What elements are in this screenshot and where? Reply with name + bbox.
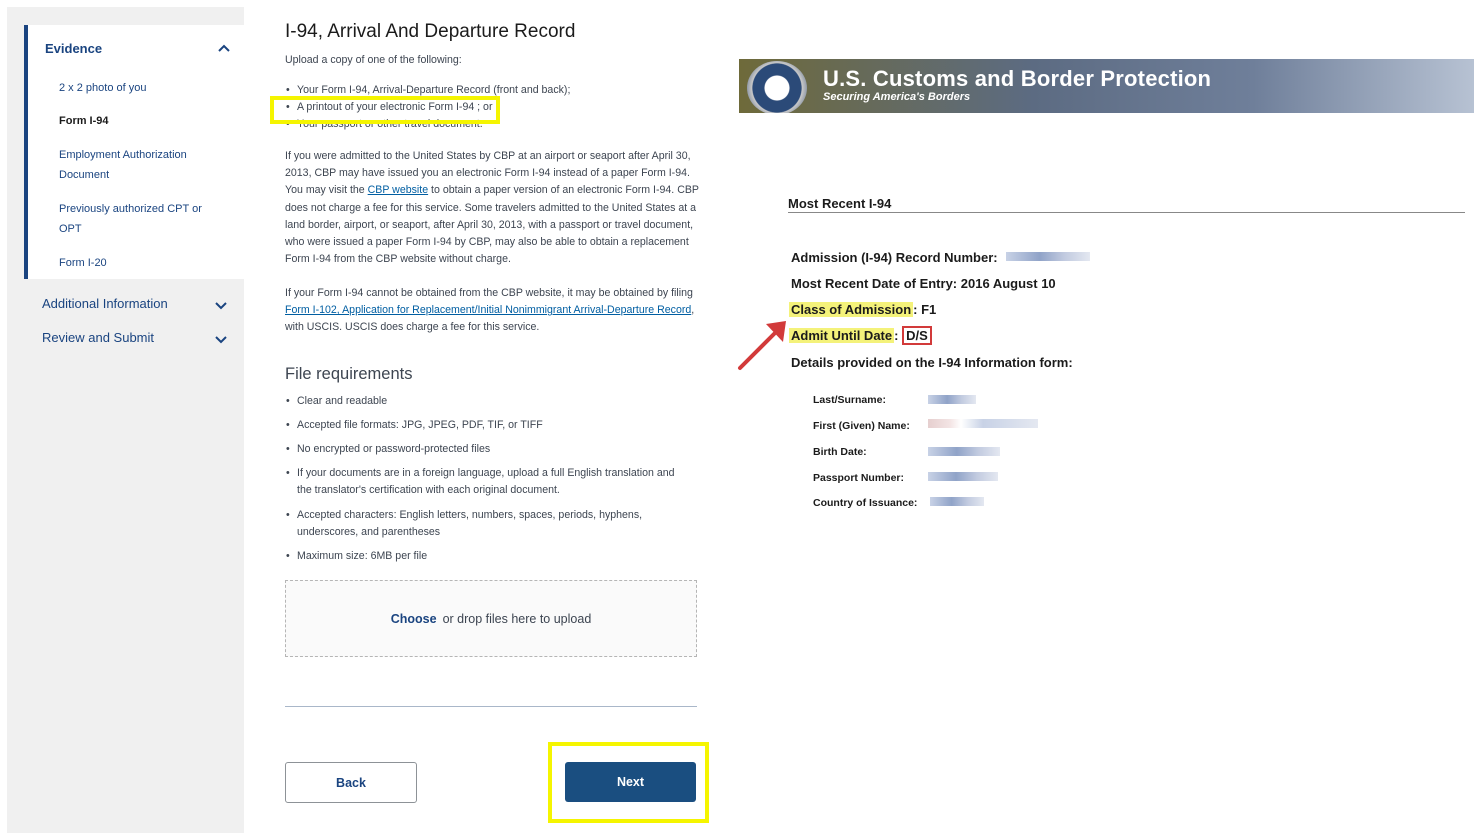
sidebar-item-photo[interactable]: 2 x 2 photo of you [59, 78, 219, 98]
details-heading: Details provided on the I-94 Information… [791, 355, 1073, 370]
sidebar-item-additional-info[interactable]: Additional Information [42, 296, 168, 311]
file-req-item: No encrypted or password-protected files [286, 441, 490, 458]
redacted-passport [928, 472, 998, 481]
chevron-down-icon[interactable] [213, 297, 229, 313]
file-req-item: Accepted file formats: JPG, JPEG, PDF, T… [286, 417, 543, 434]
sidebar-evidence-section: Evidence 2 x 2 photo of you Form I-94 Em… [24, 25, 244, 279]
i102-paragraph: If your Form I-94 cannot be obtained fro… [285, 287, 695, 334]
chevron-up-icon[interactable] [216, 41, 232, 57]
cbp-banner-title: U.S. Customs and Border Protection [823, 66, 1212, 91]
back-button[interactable]: Back [285, 762, 417, 803]
heading-rule [788, 212, 1465, 213]
form-column: I-94, Arrival And Departure Record Uploa… [270, 0, 709, 833]
detail-label-given-name: First (Given) Name: [813, 420, 910, 432]
chevron-down-icon[interactable] [213, 331, 229, 347]
sidebar-item-cpt-opt[interactable]: Previously authorized CPT or OPT [59, 199, 209, 239]
cbp-paragraph: If you were admitted to the United State… [285, 150, 699, 266]
sidebar: Evidence 2 x 2 photo of you Form I-94 Em… [7, 7, 244, 833]
cbp-website-link[interactable]: CBP website [368, 184, 428, 196]
record-number-label: Admission (I-94) Record Number: [791, 250, 998, 265]
entry-date-row: Most Recent Date of Entry: 2016 August 1… [791, 276, 1056, 291]
highlight-box-printout [270, 96, 500, 124]
highlight-box-next [548, 742, 709, 823]
cbp-banner-subtitle: Securing America's Borders [823, 91, 971, 103]
file-req-item: Clear and readable [286, 393, 387, 410]
page-title: I-94, Arrival And Departure Record [285, 21, 576, 42]
red-arrow-icon [738, 321, 786, 370]
file-req-item: Maximum size: 6MB per file [286, 548, 427, 565]
admit-until-value: D/S [902, 326, 932, 345]
detail-label-birth-date: Birth Date: [813, 446, 867, 458]
admit-until-date-row: Admit Until Date: D/S [789, 326, 932, 345]
divider [285, 706, 697, 707]
sidebar-item-ead[interactable]: Employment Authorization Document [59, 145, 199, 185]
choose-file-link[interactable]: Choose [391, 612, 437, 626]
redacted-record-number [1006, 252, 1090, 261]
redacted-given-name [928, 419, 1038, 428]
file-requirements-heading: File requirements [285, 365, 413, 383]
sidebar-item-review-submit[interactable]: Review and Submit [42, 330, 154, 345]
most-recent-i94-heading: Most Recent I-94 [788, 196, 892, 211]
dropzone-text: or drop files here to upload [442, 611, 592, 626]
detail-label-surname: Last/Surname: [813, 394, 886, 406]
redacted-country [930, 497, 984, 506]
form-i102-link[interactable]: Form I-102, Application for Replacement/… [285, 304, 691, 316]
detail-label-passport: Passport Number: [813, 472, 905, 484]
sidebar-evidence-heading[interactable]: Evidence [45, 41, 102, 56]
sidebar-item-form-i20[interactable]: Form I-20 [59, 253, 219, 273]
redacted-surname [928, 395, 976, 404]
file-req-item: If your documents are in a foreign langu… [286, 465, 692, 499]
form-intro: Upload a copy of one of the following: [285, 54, 462, 66]
sidebar-item-form-i94[interactable]: Form I-94 [59, 111, 219, 131]
file-dropzone[interactable]: Choose or drop files here to upload [285, 580, 697, 657]
redacted-birth-date [928, 447, 1000, 456]
dhs-seal-icon [747, 61, 807, 113]
class-of-admission-row: Class of Admission: F1 [789, 302, 937, 317]
detail-label-country: Country of Issuance: [813, 497, 918, 509]
cbp-banner: U.S. Customs and Border Protection Secur… [739, 59, 1474, 113]
file-req-item: Accepted characters: English letters, nu… [286, 507, 692, 541]
